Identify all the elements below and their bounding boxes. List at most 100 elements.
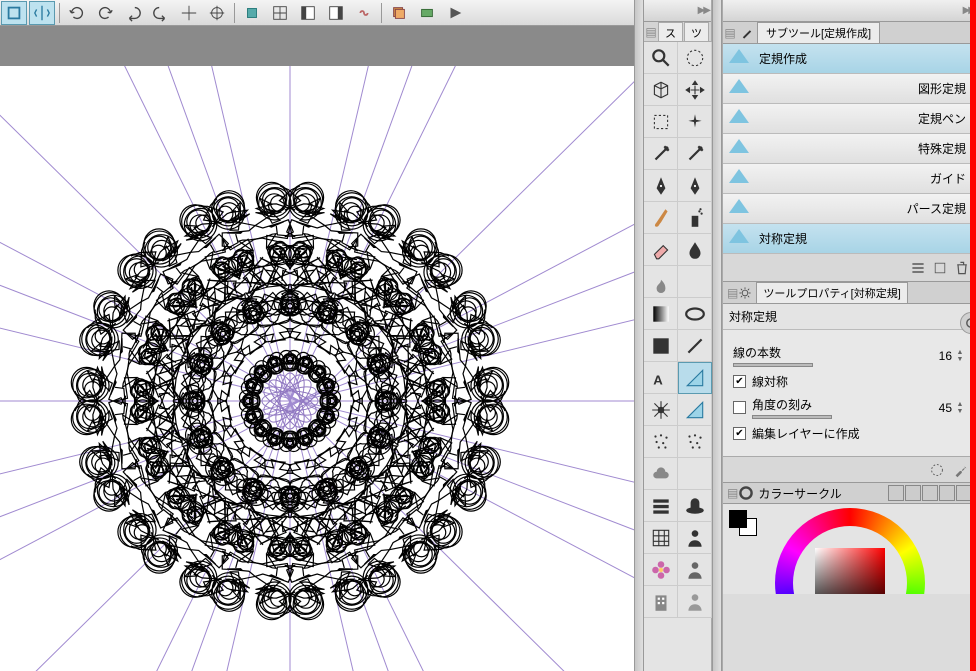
tool-fill-gradient-icon[interactable]	[644, 298, 678, 330]
subtool-item[interactable]: 定規作成	[723, 44, 976, 74]
layer-checkbox[interactable]: ✔	[733, 427, 746, 440]
tool-magnify-icon[interactable]	[644, 42, 678, 74]
gutter-mid[interactable]	[712, 0, 722, 671]
tool-eraser-icon[interactable]	[644, 234, 678, 266]
subtool-item[interactable]: 定規ペン	[723, 104, 976, 134]
sym-checkbox[interactable]: ✔	[733, 375, 746, 388]
color-tab-label[interactable]: カラーサークル	[754, 485, 888, 502]
property-tab[interactable]: ツールプロパティ[対称定規]	[756, 282, 907, 304]
tab-menu-icon[interactable]: ▤	[644, 22, 658, 41]
tool-ellipse-icon[interactable]	[678, 298, 712, 330]
redo-button[interactable]	[148, 1, 174, 25]
flip-button[interactable]	[29, 1, 55, 25]
tool-tab-1[interactable]: ス	[658, 22, 683, 41]
tool-marquee-icon[interactable]	[644, 106, 678, 138]
right-panels: ▶▶ ▤ ス ツ A ▶▶ ▤ サブツール[定規作成] 定規作成図形定規定規ペン…	[634, 0, 976, 671]
reset-icon[interactable]	[928, 461, 946, 479]
canvas-viewport	[0, 26, 634, 671]
lines-label: 線の本数	[733, 344, 912, 361]
wrench-icon[interactable]	[952, 461, 970, 479]
tool-hat-icon[interactable]	[678, 490, 712, 522]
tool-cube-icon[interactable]	[644, 74, 678, 106]
canvas[interactable]	[0, 66, 634, 671]
tool-ruler-triangle-icon[interactable]	[678, 394, 712, 426]
crop-button[interactable]	[1, 1, 27, 25]
subtool-item[interactable]: ガイド	[723, 164, 976, 194]
tool-sparkle-icon[interactable]	[678, 106, 712, 138]
tool-mesh-icon[interactable]	[644, 522, 678, 554]
tool-wand-icon[interactable]	[678, 138, 712, 170]
angle-checkbox[interactable]	[733, 401, 746, 414]
angle-spinner[interactable]: ▲▼	[954, 401, 966, 415]
tool-text-icon[interactable]: A	[644, 362, 678, 394]
subtool-label: 定規ペン	[759, 110, 976, 127]
menu-icon[interactable]: ▤	[727, 486, 738, 500]
tool-drop-icon[interactable]	[678, 234, 712, 266]
color-mode-4[interactable]	[939, 485, 955, 501]
stack-button[interactable]	[386, 1, 412, 25]
tool-bars-icon[interactable]	[644, 490, 678, 522]
fg-color[interactable]	[729, 510, 747, 528]
color-mode-3[interactable]	[922, 485, 938, 501]
subtool-tab[interactable]: サブツール[定規作成]	[757, 22, 880, 44]
layers-button[interactable]	[414, 1, 440, 25]
link-button[interactable]	[351, 1, 377, 25]
menu-icon[interactable]: ▤	[723, 26, 737, 40]
rotate-right-button[interactable]	[92, 1, 118, 25]
tool-spray-icon[interactable]	[678, 202, 712, 234]
collapse-icon[interactable]: ▶▶	[698, 5, 709, 16]
panel-right-button[interactable]	[323, 1, 349, 25]
subtool-item[interactable]: パース定規	[723, 194, 976, 224]
hue-wheel[interactable]	[775, 508, 925, 594]
subtool-item[interactable]: 対称定規	[723, 224, 976, 254]
undo-button[interactable]	[120, 1, 146, 25]
color-mode-1[interactable]	[888, 485, 904, 501]
color-swatch[interactable]	[729, 510, 757, 536]
tool-person-icon[interactable]	[678, 522, 712, 554]
subtool-item[interactable]: 図形定規	[723, 74, 976, 104]
target-button[interactable]	[204, 1, 230, 25]
menu-icon[interactable]	[910, 260, 926, 276]
new-icon[interactable]	[932, 260, 948, 276]
grid-button[interactable]	[267, 1, 293, 25]
tool-[interactable]	[678, 458, 712, 490]
tool-fill-solid-icon[interactable]	[644, 330, 678, 362]
tool-person-2-icon[interactable]	[678, 554, 712, 586]
saturation-square[interactable]	[815, 548, 885, 594]
angle-value[interactable]: 45	[912, 401, 952, 415]
tool-brush-icon[interactable]	[644, 202, 678, 234]
tool-grain-icon[interactable]	[678, 426, 712, 458]
tool-ruler-triangle-icon[interactable]	[678, 362, 712, 394]
angle-slider[interactable]	[752, 415, 832, 419]
menu-icon[interactable]: ▤	[727, 286, 738, 300]
tool-lasso-dotted-icon[interactable]	[678, 42, 712, 74]
tool-pen-nib-icon[interactable]	[678, 170, 712, 202]
tool-blend-icon[interactable]	[644, 266, 678, 298]
subtool-item[interactable]: 特殊定規	[723, 134, 976, 164]
tool-pen-nib-icon[interactable]	[644, 170, 678, 202]
gutter-left[interactable]	[634, 0, 644, 671]
tool-wand-icon[interactable]	[644, 138, 678, 170]
tool-grain-icon[interactable]	[644, 426, 678, 458]
lines-spinner[interactable]: ▲▼	[954, 349, 966, 363]
tool-building-icon[interactable]	[644, 586, 678, 618]
tool-[interactable]	[678, 266, 712, 298]
sym-label: 線対称	[752, 373, 966, 390]
color-mode-buttons	[888, 485, 972, 501]
panel-left-button[interactable]	[295, 1, 321, 25]
lines-slider[interactable]	[733, 363, 813, 367]
tool-cloud-icon[interactable]	[644, 458, 678, 490]
tool-flower-icon[interactable]	[644, 554, 678, 586]
play-button[interactable]	[442, 1, 468, 25]
tool-line-icon[interactable]	[678, 330, 712, 362]
crosshair-button[interactable]	[176, 1, 202, 25]
tool-arrow-move-icon[interactable]	[678, 74, 712, 106]
tool-person-3-icon[interactable]	[678, 586, 712, 618]
color-mode-2[interactable]	[905, 485, 921, 501]
tool-tab-2[interactable]: ツ	[684, 22, 709, 41]
rotate-left-button[interactable]	[64, 1, 90, 25]
lines-value[interactable]: 16	[912, 349, 952, 363]
tool-burst-icon[interactable]	[644, 394, 678, 426]
transform-button[interactable]	[239, 1, 265, 25]
trash-icon[interactable]	[954, 260, 970, 276]
